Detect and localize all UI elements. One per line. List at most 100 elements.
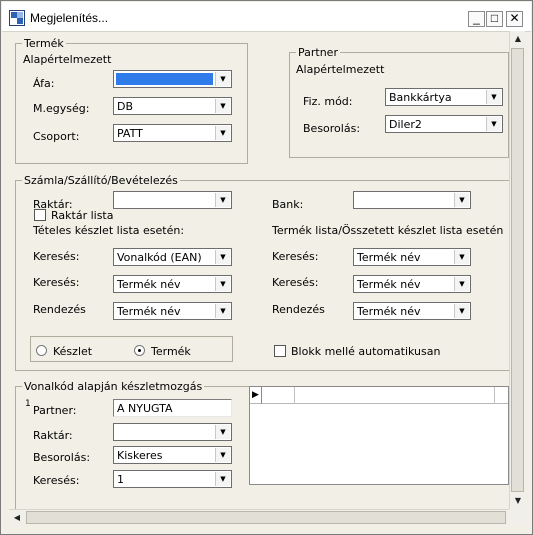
vonalkod-partner-field[interactable]: A NYUGTA <box>113 399 232 417</box>
chevron-down-icon[interactable]: ▼ <box>215 72 230 86</box>
grid-header-row: ▶ <box>250 387 508 404</box>
vonalkod-partner-label: Partner: <box>33 404 77 417</box>
left-rendezes-label: Rendezés <box>33 303 86 316</box>
blokk-automatikus-label: Blokk mellé automatikusan <box>291 345 441 358</box>
vonalkod-besorolas-value: Kiskeres <box>117 449 163 462</box>
partner-subtitle: Alapértelmezett <box>296 63 385 76</box>
left-kereses2-value: Termék név <box>117 278 181 291</box>
left-rendezes-dropdown[interactable]: Termék név ▼ <box>113 302 232 320</box>
csoport-label: Csoport: <box>33 130 80 143</box>
vonalkod-kereses-label: Keresés: <box>33 474 80 487</box>
left-rendezes-value: Termék név <box>117 305 181 318</box>
right-kereses1-dropdown[interactable]: Termék név ▼ <box>353 248 471 266</box>
blokk-automatikus-checkbox[interactable] <box>274 345 286 357</box>
partner-besorolas-label: Besorolás: <box>303 122 361 135</box>
size-grip[interactable] <box>509 509 525 525</box>
grid-column[interactable] <box>262 387 295 404</box>
left-kereses2-dropdown[interactable]: Termék név ▼ <box>113 275 232 293</box>
csoport-value: PATT <box>117 127 143 140</box>
right-kereses2-dropdown[interactable]: Termék név ▼ <box>353 275 471 293</box>
keszlet-radio-label: Készlet <box>53 345 93 358</box>
afa-label: Áfa: <box>33 77 55 90</box>
keszlet-radio[interactable] <box>36 345 47 356</box>
chevron-down-icon[interactable]: ▼ <box>486 117 501 131</box>
vertical-scrollbar[interactable]: ▲ ▼ <box>509 31 525 509</box>
minimize-button[interactable]: _ <box>468 11 485 27</box>
row-indicator-icon[interactable]: ▶ <box>250 387 262 404</box>
szamla-group-title: Számla/Szállító/Bevételezés <box>22 174 180 187</box>
left-kereses1-value: Vonalkód (EAN) <box>117 251 202 264</box>
chevron-down-icon[interactable]: ▼ <box>215 193 230 207</box>
scroll-down-icon[interactable]: ▼ <box>510 493 526 509</box>
chevron-down-icon[interactable]: ▼ <box>486 90 501 104</box>
vonalkod-group-title: Vonalkód alapján készletmozgás <box>22 380 205 393</box>
right-rendezes-value: Termék név <box>357 305 421 318</box>
partner-group-title: Partner <box>296 46 340 59</box>
right-kereses1-value: Termék név <box>357 251 421 264</box>
chevron-down-icon[interactable]: ▼ <box>215 277 230 291</box>
maximize-button[interactable]: □ <box>486 11 503 27</box>
termek-radio-label: Termék <box>151 345 191 358</box>
dialog-client-area: Termék Alapértelmezett Áfa: ▼ M.egység: … <box>9 31 509 525</box>
chevron-down-icon[interactable]: ▼ <box>215 126 230 140</box>
right-kereses2-value: Termék név <box>357 278 421 291</box>
horizontal-scroll-thumb[interactable] <box>26 511 506 524</box>
termeklista-title: Termék lista/Összetett készlet lista ese… <box>272 224 504 237</box>
vonalkod-besorolas-dropdown[interactable]: Kiskeres ▼ <box>113 446 232 464</box>
app-icon <box>9 10 25 26</box>
megyseg-dropdown[interactable]: DB ▼ <box>113 97 232 115</box>
fizmod-label: Fiz. mód: <box>303 95 353 108</box>
dialog-window: Megjelenítés... _ □ ✕ Termék Alapértelme… <box>0 0 533 535</box>
raktar-lista-checkbox[interactable] <box>34 209 46 221</box>
bank-dropdown[interactable]: ▼ <box>353 191 471 209</box>
vonalkod-besorolas-label: Besorolás: <box>33 451 91 464</box>
left-kereses1-label: Keresés: <box>33 250 80 263</box>
vonalkod-partner-value: A NYUGTA <box>117 402 173 415</box>
close-button[interactable]: ✕ <box>506 11 523 27</box>
fizmod-dropdown[interactable]: Bankkártya ▼ <box>385 88 503 106</box>
close-icon: ✕ <box>509 11 520 25</box>
left-kereses2-label: Keresés: <box>33 276 80 289</box>
vonalkod-raktar-dropdown[interactable]: ▼ <box>113 423 232 441</box>
vonalkod-raktar-label: Raktár: <box>33 429 73 442</box>
chevron-down-icon[interactable]: ▼ <box>454 193 469 207</box>
termek-group-title: Termék <box>22 37 66 50</box>
chevron-down-icon[interactable]: ▼ <box>454 304 469 318</box>
chevron-down-icon[interactable]: ▼ <box>215 304 230 318</box>
grid-column[interactable] <box>295 387 495 404</box>
chevron-down-icon[interactable]: ▼ <box>215 448 230 462</box>
chevron-down-icon[interactable]: ▼ <box>215 425 230 439</box>
horizontal-scrollbar[interactable]: ◀ ▶ <box>9 509 525 525</box>
chevron-down-icon[interactable]: ▼ <box>454 250 469 264</box>
fizmod-value: Bankkártya <box>389 91 452 104</box>
partner-besorolas-dropdown[interactable]: Diler2 ▼ <box>385 115 503 133</box>
megyseg-value: DB <box>117 100 134 113</box>
szamla-raktar-dropdown[interactable]: ▼ <box>113 191 232 209</box>
scroll-left-icon[interactable]: ◀ <box>9 510 25 526</box>
title-bar[interactable]: Megjelenítés... _ □ ✕ <box>2 2 531 32</box>
right-rendezes-label: Rendezés <box>272 303 325 316</box>
chevron-down-icon[interactable]: ▼ <box>215 472 230 486</box>
minimize-icon: _ <box>473 11 480 25</box>
vonalkod-kereses-value: 1 <box>117 473 124 486</box>
right-rendezes-dropdown[interactable]: Termék név ▼ <box>353 302 471 320</box>
scroll-up-icon[interactable]: ▲ <box>510 31 526 47</box>
right-kereses2-label: Keresés: <box>272 276 319 289</box>
bank-label: Bank: <box>272 198 304 211</box>
megyseg-label: M.egység: <box>33 102 90 115</box>
vonalkod-kereses-dropdown[interactable]: 1 ▼ <box>113 470 232 488</box>
csoport-dropdown[interactable]: PATT ▼ <box>113 124 232 142</box>
vonalkod-marker: 1 <box>25 399 31 409</box>
teteles-title: Tételes készlet lista esetén: <box>33 224 185 237</box>
termek-radio[interactable] <box>134 345 145 356</box>
afa-selection-highlight <box>116 73 213 85</box>
raktar-lista-label: Raktár lista <box>51 209 114 222</box>
vertical-scroll-thumb[interactable] <box>511 48 524 492</box>
afa-dropdown[interactable]: ▼ <box>113 70 232 88</box>
left-kereses1-dropdown[interactable]: Vonalkód (EAN) ▼ <box>113 248 232 266</box>
chevron-down-icon[interactable]: ▼ <box>215 99 230 113</box>
right-kereses1-label: Keresés: <box>272 250 319 263</box>
chevron-down-icon[interactable]: ▼ <box>454 277 469 291</box>
chevron-down-icon[interactable]: ▼ <box>215 250 230 264</box>
vonalkod-grid[interactable]: ▶ <box>249 386 509 485</box>
